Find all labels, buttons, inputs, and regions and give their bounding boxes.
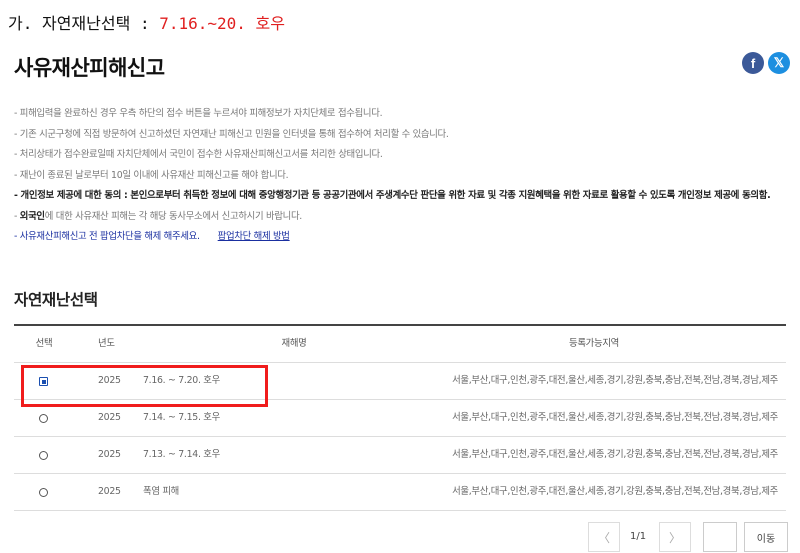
disaster-table: 선택 년도 재해명 등록가능지역 2025 7.16. ~ 7.20. 호우 서…	[14, 324, 786, 511]
notice-popup-text: - 사유재산피해신고 전 팝업차단을 해제 해주세요.	[14, 231, 200, 242]
notice-foreigner: - 외국인에 대한 사유재산 피해는 각 해당 동사무소에서 신고하시기 바랍니…	[14, 207, 784, 228]
row-disaster-name: 7.13. ~ 7.14. 호우	[143, 449, 220, 460]
disaster-selection-heading: 가. 자연재난선택 : 7.16.~20. 호우	[8, 10, 285, 34]
chevron-left-icon[interactable]: 〈	[588, 522, 620, 552]
notice-privacy-consent: - 개인정보 제공에 대한 동의 : 본인으로부터 취득한 정보에 대해 중앙행…	[14, 190, 771, 201]
heading-highlight: 7.16.~20. 호우	[159, 14, 285, 33]
chevron-right-icon[interactable]: 〉	[659, 522, 691, 552]
row-year: 2025	[98, 486, 121, 497]
table-header-row: 선택 년도 재해명 등록가능지역	[14, 326, 786, 363]
go-button[interactable]: 이동	[744, 522, 788, 552]
notice-item: - 기존 시군구청에 직접 방문하여 신고하셨던 자연재난 피해신고 민원을 인…	[14, 128, 449, 140]
radio-button[interactable]	[39, 451, 48, 460]
notice-item: - 재난이 종료된 날로부터 10일 이내에 사유재산 피해신고를 해야 합니다…	[14, 169, 289, 181]
twitter-share-icon[interactable]: 𝕏	[768, 52, 790, 74]
page-number-input[interactable]	[703, 522, 737, 552]
header-disaster-name: 재해명	[281, 338, 307, 349]
section-title: 자연재난선택	[14, 291, 98, 309]
row-region: 서울,부산,대구,인천,광주,대전,울산,세종,경기,강원,충북,충남,전북,전…	[452, 486, 778, 497]
notice-item: - 처리상태가 접수완료일때 자치단체에서 국민이 접수한 사유재산피해신고서를…	[14, 149, 383, 160]
row-region: 서울,부산,대구,인천,광주,대전,울산,세종,경기,강원,충북,충남,전북,전…	[452, 449, 778, 460]
notice-foreigner-rest: 에 대한 사유재산 피해는 각 해당 동사무소에서 신고하시기 바랍니다.	[44, 210, 303, 222]
row-region: 서울,부산,대구,인천,광주,대전,울산,세종,경기,강원,충북,충남,전북,전…	[452, 412, 778, 423]
row-region: 서울,부산,대구,인천,광주,대전,울산,세종,경기,강원,충북,충남,전북,전…	[452, 375, 778, 386]
header-select: 선택	[35, 338, 53, 349]
page-indicator: 1/1	[630, 531, 647, 542]
row-year: 2025	[98, 449, 121, 460]
popup-unblock-link[interactable]: 팝업차단 해제 방법	[218, 231, 290, 242]
header-region: 등록가능지역	[569, 338, 619, 349]
header-year: 년도	[98, 338, 115, 349]
selection-highlight-box	[21, 365, 268, 407]
notice-popup: - 사유재산피해신고 전 팝업차단을 해제 해주세요. 팝업차단 해제 방법	[14, 227, 784, 248]
pagination: 〈 1/1 〉 이동	[0, 522, 800, 552]
share-buttons: f 𝕏	[738, 52, 790, 74]
notice-foreigner-bold: 외국인	[19, 210, 45, 222]
row-disaster-name: 폭염 피해	[143, 486, 179, 497]
table-row[interactable]: 2025 7.13. ~ 7.14. 호우 서울,부산,대구,인천,광주,대전,…	[14, 437, 786, 474]
radio-button[interactable]	[39, 414, 48, 423]
notice-item: - 피해입력을 완료하신 경우 우측 하단의 접수 버튼을 누르셔야 피해정보가…	[14, 108, 383, 119]
radio-button[interactable]	[39, 488, 48, 497]
table-row[interactable]: 2025 폭염 피해 서울,부산,대구,인천,광주,대전,울산,세종,경기,강원…	[14, 474, 786, 511]
facebook-share-icon[interactable]: f	[742, 52, 764, 74]
page-title: 사유재산피해신고	[14, 56, 165, 80]
notice-list: - 피해입력을 완료하신 경우 우측 하단의 접수 버튼을 누르셔야 피해정보가…	[14, 104, 784, 248]
heading-prefix: 가. 자연재난선택 :	[8, 14, 160, 33]
